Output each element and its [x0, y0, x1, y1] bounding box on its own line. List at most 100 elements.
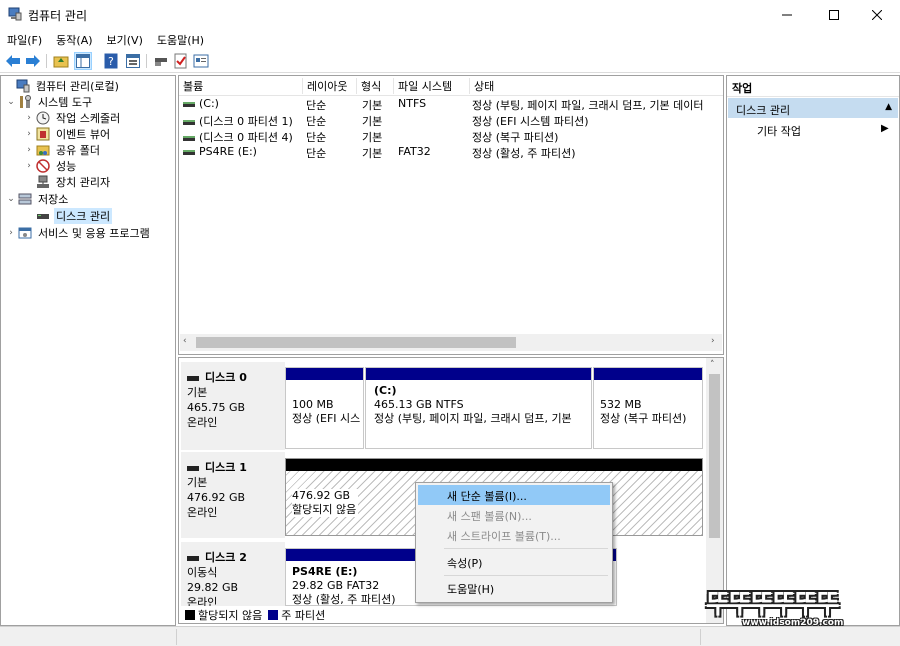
tree-label: 디스크 관리	[54, 208, 113, 224]
event-viewer-icon	[35, 126, 51, 142]
connect-button[interactable]	[152, 52, 170, 70]
chevron-right-icon[interactable]: ›	[23, 113, 35, 123]
partition-efi[interactable]: 100 MB 정상 (EFI 시스	[285, 367, 364, 449]
scrollbar-thumb[interactable]	[196, 337, 516, 348]
menu-item-new-striped-volume[interactable]: 새 스트라이프 볼륨(T)...	[418, 525, 610, 545]
partition-c[interactable]: (C:) 465.13 GB NTFS 정상 (부팅, 페이지 파일, 크래시 …	[365, 367, 592, 449]
volume-row[interactable]: (C:) 단순 기본 NTFS 정상 (부팅, 페이지 파일, 크래시 덤프, …	[179, 96, 723, 112]
export-button[interactable]	[192, 52, 210, 70]
menu-view[interactable]: 보기(V)	[100, 30, 150, 49]
tree-item-device-manager[interactable]: 장치 관리자	[23, 174, 112, 190]
legend: 할당되지 않음 주 파티션	[181, 606, 701, 623]
tree-item-computer-management[interactable]: 컴퓨터 관리(로컬)	[3, 78, 121, 94]
partition-bar	[594, 368, 702, 380]
computer-management-icon	[8, 7, 22, 21]
services-icon	[17, 225, 33, 241]
disk-name: 디스크 1	[187, 460, 285, 475]
disk-1-label[interactable]: 디스크 1 기본 476.92 GB 온라인	[181, 452, 285, 538]
scrollbar-thumb[interactable]	[709, 374, 720, 538]
menu-item-new-spanned-volume[interactable]: 새 스팬 볼륨(N)...	[418, 505, 610, 525]
chevron-right-icon[interactable]: ›	[23, 161, 35, 171]
tree-item-disk-management[interactable]: 디스크 관리	[23, 208, 113, 224]
menu-item-help[interactable]: 도움말(H)	[418, 578, 610, 598]
layout-cell: 단순	[306, 115, 327, 128]
volume-name-cell: PS4RE (E:)	[183, 145, 303, 158]
tree-item-storage[interactable]: ⌄ 저장소	[5, 191, 70, 207]
drive-icon	[183, 101, 195, 107]
filesystem-cell: NTFS	[398, 97, 427, 110]
check-icon	[174, 53, 187, 69]
computer-management-window: 컴퓨터 관리 파일(F) 동작(A) 보기(V) 도움말(H) ? 컴퓨터 관리…	[0, 0, 900, 646]
partition-size: 532 MB	[600, 398, 642, 411]
disk-0-label[interactable]: 디스크 0 기본 465.75 GB 온라인	[181, 362, 285, 450]
tree-item-services-apps[interactable]: › 서비스 및 응용 프로그램	[5, 225, 152, 241]
clock-icon	[35, 110, 51, 126]
minimize-button[interactable]	[764, 0, 810, 30]
back-button[interactable]	[4, 52, 22, 70]
tree-item-shared-folders[interactable]: › 공유 폴더	[23, 142, 102, 158]
column-header-status[interactable]: 상태	[470, 78, 723, 94]
tree-item-event-viewer[interactable]: › 이벤트 뷰어	[23, 126, 112, 142]
legend-unallocated: 할당되지 않음	[198, 608, 263, 622]
partition-status: 할당되지 않음	[292, 503, 357, 516]
collapse-up-icon[interactable]: ▲	[885, 102, 892, 112]
maximize-button[interactable]	[811, 0, 857, 30]
type-cell: 기본	[362, 131, 383, 144]
drive-icon	[183, 135, 195, 141]
toolbar-separator	[146, 54, 147, 68]
volume-name-cell: (C:)	[183, 97, 303, 110]
scroll-left-icon[interactable]: ‹	[183, 336, 187, 346]
volume-row[interactable]: PS4RE (E:) 단순 기본 FAT32 정상 (활성, 주 파티션)	[179, 144, 723, 160]
chevron-down-icon[interactable]: ⌄	[5, 194, 17, 204]
chevron-right-icon[interactable]: ›	[5, 228, 17, 238]
help-button[interactable]: ?	[102, 52, 120, 70]
chevron-down-icon[interactable]: ⌄	[5, 97, 17, 107]
partition-recovery[interactable]: 532 MB 정상 (복구 파티션)	[593, 367, 703, 449]
menu-file[interactable]: 파일(F)	[0, 30, 49, 49]
actions-section-disk-management[interactable]: 디스크 관리 ▲	[728, 98, 898, 118]
tools-icon	[17, 94, 33, 110]
menu-item-new-simple-volume[interactable]: 새 단순 볼륨(I)...	[418, 485, 610, 505]
chevron-right-icon[interactable]: ›	[23, 129, 35, 139]
forward-button[interactable]	[24, 52, 42, 70]
partition-text: PS4RE (E:) 29.82 GB FAT32 정상 (활성, 주 파티션)	[292, 565, 396, 605]
tree-item-system-tools[interactable]: ⌄ 시스템 도구	[5, 94, 94, 110]
volume-row[interactable]: (디스크 0 파티션 4) 단순 기본 정상 (복구 파티션)	[179, 128, 723, 144]
type-cell: 기본	[362, 99, 383, 112]
column-header-type[interactable]: 형식	[357, 78, 394, 94]
toolbar-separator	[46, 54, 47, 68]
title-bar: 컴퓨터 관리	[0, 0, 900, 30]
properties-button[interactable]	[124, 52, 142, 70]
check-button[interactable]	[172, 52, 190, 70]
menu-action[interactable]: 동작(A)	[49, 30, 99, 49]
partition-status: 정상 (복구 파티션)	[600, 412, 687, 425]
disk-type: 이동식	[187, 566, 218, 579]
show-tree-button[interactable]	[74, 52, 92, 70]
column-header-volume[interactable]: 볼륨	[179, 78, 303, 94]
close-button[interactable]	[854, 0, 900, 30]
partition-bar	[286, 459, 702, 471]
window-title: 컴퓨터 관리	[28, 9, 88, 23]
device-manager-icon	[35, 174, 51, 190]
tree-label: 성능	[56, 160, 77, 173]
help-icon: ?	[104, 53, 118, 69]
tree-item-performance[interactable]: › 성능	[23, 158, 78, 174]
scroll-right-icon[interactable]: ›	[711, 336, 715, 346]
menu-item-properties[interactable]: 속성(P)	[418, 552, 610, 572]
tree-item-task-scheduler[interactable]: › 작업 스케줄러	[23, 110, 122, 126]
disk-2-label[interactable]: 디스크 2 이동식 29.82 GB 온라인	[181, 542, 285, 609]
up-folder-button[interactable]	[52, 52, 70, 70]
column-header-filesystem[interactable]: 파일 시스템	[394, 78, 470, 94]
scroll-up-icon[interactable]: ˄	[710, 360, 715, 370]
actions-pane: 작업 디스크 관리 ▲ 기타 작업 ▶	[726, 75, 900, 626]
action-more-actions[interactable]: 기타 작업 ▶	[757, 123, 897, 139]
horizontal-scrollbar[interactable]: ‹ ›	[180, 334, 722, 351]
disk-type: 기본	[187, 476, 208, 489]
chevron-right-icon[interactable]: ›	[23, 145, 35, 155]
status-divider	[700, 629, 701, 645]
volume-row[interactable]: (디스크 0 파티션 1) 단순 기본 정상 (EFI 시스템 파티션)	[179, 112, 723, 128]
column-header-layout[interactable]: 레이아웃	[303, 78, 357, 94]
tree-label: 장치 관리자	[56, 176, 111, 189]
disk-icon	[187, 555, 199, 561]
menu-help[interactable]: 도움말(H)	[150, 30, 211, 49]
